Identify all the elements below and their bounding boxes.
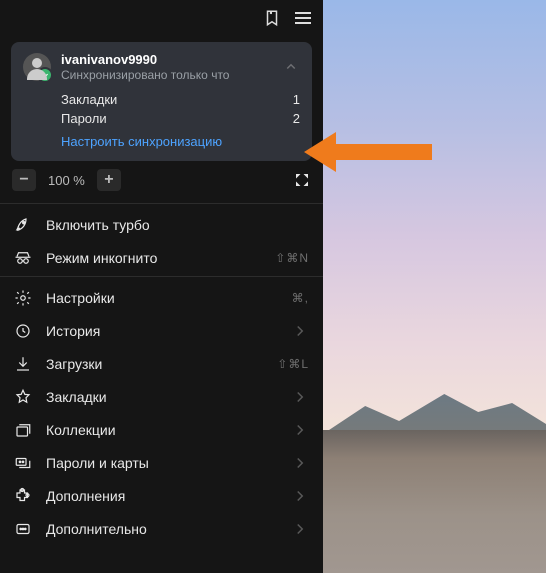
window-toolbar <box>0 0 323 36</box>
sync-status: Синхронизировано только что <box>61 68 229 82</box>
menu-label: Пароли и карты <box>46 455 277 471</box>
chevron-up-icon[interactable] <box>282 58 300 76</box>
menu-label: Режим инкогнито <box>46 250 261 266</box>
zoom-controls: − 100 % + <box>0 169 323 201</box>
chevron-right-icon <box>291 520 309 538</box>
shortcut: ⇧⌘L <box>277 357 309 371</box>
zoom-out-button[interactable]: − <box>12 169 36 191</box>
menu-label: История <box>46 323 277 339</box>
star-icon <box>14 388 32 406</box>
avatar <box>23 53 51 81</box>
menu-list: Включить турбо Режим инкогнито ⇧⌘N Настр… <box>0 208 323 545</box>
menu-label: Включить турбо <box>46 217 309 233</box>
menu-item-bookmarks[interactable]: Закладки <box>0 380 323 413</box>
menu-label: Настройки <box>46 290 278 306</box>
sync-row-passwords[interactable]: Пароли 2 <box>61 109 300 128</box>
zoom-value: 100 % <box>48 173 85 188</box>
menu-label: Дополнения <box>46 488 277 504</box>
sync-row-value: 1 <box>293 92 300 107</box>
chevron-right-icon <box>291 388 309 406</box>
menu-item-history[interactable]: История <box>0 314 323 347</box>
menu-item-downloads[interactable]: Загрузки ⇧⌘L <box>0 347 323 380</box>
menu-label: Закладки <box>46 389 277 405</box>
puzzle-icon <box>14 487 32 505</box>
passwords-icon <box>14 454 32 472</box>
menu-icon[interactable] <box>295 9 311 27</box>
sync-row-label: Закладки <box>61 92 117 107</box>
sync-row-value: 2 <box>293 111 300 126</box>
sync-card[interactable]: ivanivanov9990 Синхронизировано только ч… <box>11 42 312 161</box>
gear-icon <box>14 289 32 307</box>
configure-sync-link[interactable]: Настроить синхронизацию <box>61 134 300 149</box>
incognito-icon <box>14 249 32 267</box>
zoom-in-button[interactable]: + <box>97 169 121 191</box>
shortcut: ⌘, <box>292 291 309 305</box>
more-icon <box>14 520 32 538</box>
menu-item-collections[interactable]: Коллекции <box>0 413 323 446</box>
sync-row-label: Пароли <box>61 111 107 126</box>
sync-username: ivanivanov9990 <box>61 52 229 67</box>
menu-item-incognito[interactable]: Режим инкогнито ⇧⌘N <box>0 241 323 274</box>
menu-item-settings[interactable]: Настройки ⌘, <box>0 281 323 314</box>
sync-row-bookmarks[interactable]: Закладки 1 <box>61 90 300 109</box>
history-icon <box>14 322 32 340</box>
rocket-icon <box>14 216 32 234</box>
chevron-right-icon <box>291 454 309 472</box>
download-icon <box>14 355 32 373</box>
menu-label: Коллекции <box>46 422 277 438</box>
collections-icon <box>14 421 32 439</box>
menu-label: Загрузки <box>46 356 263 372</box>
menu-item-turbo[interactable]: Включить турбо <box>0 208 323 241</box>
menu-item-addons[interactable]: Дополнения <box>0 479 323 512</box>
menu-item-more[interactable]: Дополнительно <box>0 512 323 545</box>
shortcut: ⇧⌘N <box>275 251 309 265</box>
bookmark-icon[interactable] <box>263 9 281 27</box>
browser-menu-panel: ivanivanov9990 Синхронизировано только ч… <box>0 0 323 573</box>
menu-item-passwords[interactable]: Пароли и карты <box>0 446 323 479</box>
chevron-right-icon <box>291 322 309 340</box>
chevron-right-icon <box>291 421 309 439</box>
chevron-right-icon <box>291 487 309 505</box>
menu-label: Дополнительно <box>46 521 277 537</box>
sync-ok-badge <box>37 67 53 83</box>
fullscreen-icon[interactable] <box>293 171 311 189</box>
